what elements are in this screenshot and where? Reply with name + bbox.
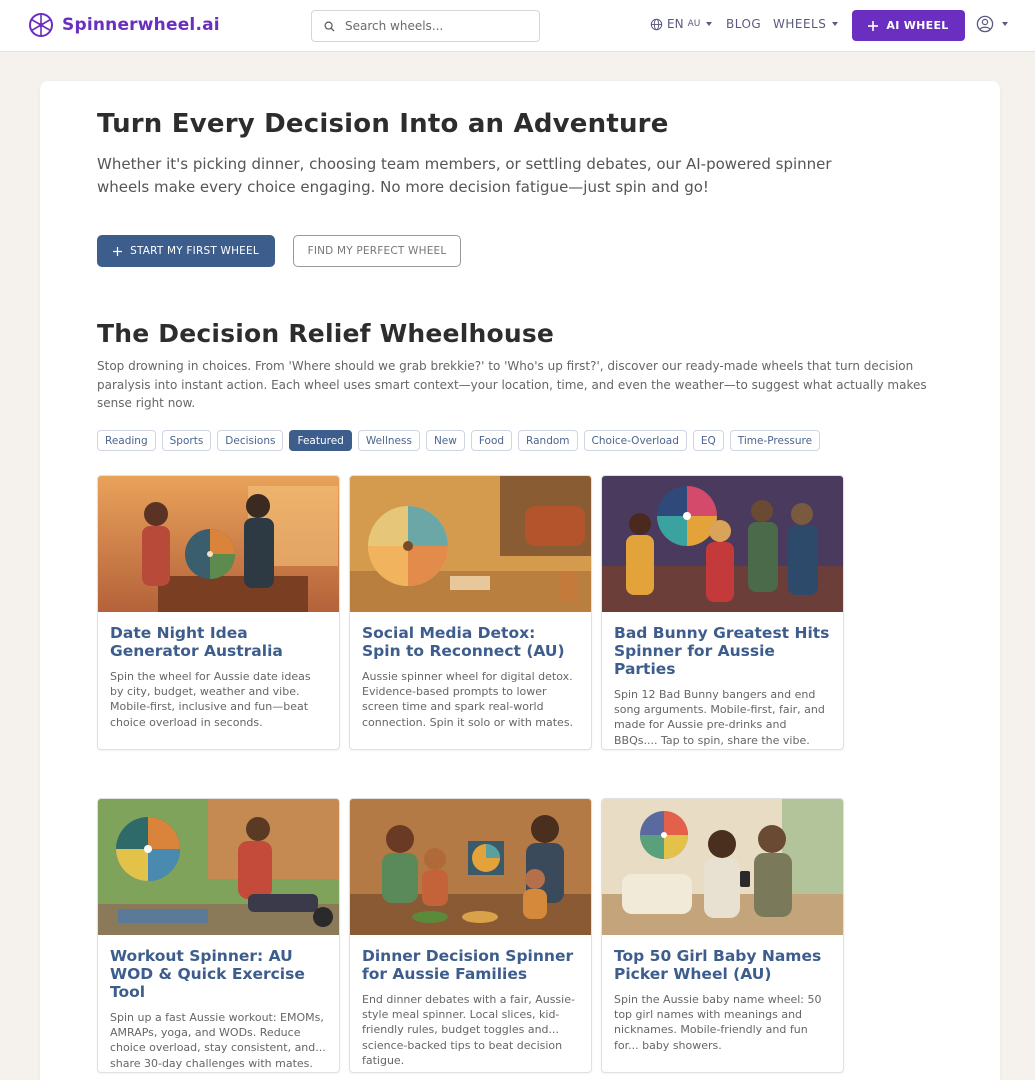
user-avatar-icon [976, 15, 994, 33]
tag-time-pressure[interactable]: Time-Pressure [729, 430, 821, 451]
tag-sports[interactable]: Sports [161, 430, 212, 451]
wheel-card[interactable]: Date Night Idea Generator Australia Spin… [97, 475, 340, 750]
card-illustration [350, 799, 591, 935]
card-description: Spin 12 Bad Bunny bangers and end song a… [614, 688, 825, 747]
plus-icon [868, 20, 879, 31]
chevron-down-icon [832, 22, 839, 26]
card-description: Spin the Aussie baby name wheel: 50 top … [614, 993, 822, 1052]
tag-food[interactable]: Food [470, 430, 513, 451]
search-icon [324, 21, 335, 32]
hero-title: Turn Every Decision Into an Adventure [97, 109, 669, 139]
nav-wheels-dropdown[interactable]: WHEELS [773, 17, 839, 31]
wheel-logo-icon [29, 13, 53, 37]
card-description: Aussie spinner wheel for digital detox. … [362, 670, 574, 729]
tag-eq[interactable]: EQ [692, 430, 724, 451]
wheel-card[interactable]: Workout Spinner: AU WOD & Quick Exercise… [97, 798, 340, 1073]
card-description: Spin the wheel for Aussie date ideas by … [110, 670, 311, 729]
language-selector[interactable]: EN AU [650, 17, 713, 31]
wheel-card[interactable]: Social Media Detox: Spin to Reconnect (A… [349, 475, 592, 750]
section-description: Stop drowning in choices. From 'Where sh… [97, 359, 927, 410]
logo[interactable]: Spinnerwheel.ai [28, 12, 220, 38]
card-illustration [602, 476, 843, 612]
card-title[interactable]: Social Media Detox: Spin to Reconnect (A… [362, 624, 579, 660]
search-input[interactable] [345, 19, 525, 33]
tag-wellness[interactable]: Wellness [357, 430, 420, 451]
start-first-wheel-button[interactable]: START MY FIRST WHEEL [97, 235, 275, 267]
card-illustration [98, 799, 339, 935]
tag-featured[interactable]: Featured [289, 430, 352, 451]
ai-wheel-label: AI WHEEL [886, 19, 949, 32]
main-content-card: Turn Every Decision Into an Adventure Wh… [40, 81, 1000, 1080]
nav-link-blog[interactable]: BLOG [726, 17, 761, 31]
wheel-card[interactable]: Top 50 Girl Baby Names Picker Wheel (AU)… [601, 798, 844, 1073]
section-title: The Decision Relief Wheelhouse [97, 319, 555, 348]
chevron-down-icon [706, 22, 713, 26]
globe-icon [650, 18, 663, 30]
card-title[interactable]: Top 50 Girl Baby Names Picker Wheel (AU) [614, 947, 831, 983]
card-title[interactable]: Workout Spinner: AU WOD & Quick Exercise… [110, 947, 327, 1001]
chevron-down-icon [1002, 22, 1008, 26]
card-illustration [602, 799, 843, 935]
tag-new[interactable]: New [425, 430, 465, 451]
card-illustration [98, 476, 339, 612]
card-illustration [350, 476, 591, 612]
wheel-card-grid: Date Night Idea Generator Australia Spin… [97, 475, 844, 1073]
plus-icon [113, 246, 123, 256]
find-perfect-wheel-button[interactable]: FIND MY PERFECT WHEEL [293, 235, 461, 267]
tag-reading[interactable]: Reading [97, 430, 156, 451]
card-description: Spin up a fast Aussie workout: EMOMs, AM… [110, 1011, 326, 1070]
tag-choice-overload[interactable]: Choice-Overload [583, 430, 687, 451]
hero-subtitle: Whether it's picking dinner, choosing te… [97, 155, 832, 196]
start-first-wheel-label: START MY FIRST WHEEL [130, 245, 259, 257]
nav-wheels-label: WHEELS [773, 17, 827, 31]
tag-filter-list: Reading Sports Decisions Featured Wellne… [97, 430, 821, 451]
card-title[interactable]: Date Night Idea Generator Australia [110, 624, 327, 660]
language-region: AU [687, 19, 701, 29]
ai-wheel-button[interactable]: AI WHEEL [852, 10, 965, 41]
language-code: EN [667, 17, 684, 31]
top-navigation-bar: Spinnerwheel.ai EN AU BLOG WHEELS AI WHE… [0, 0, 1035, 52]
wheel-card[interactable]: Dinner Decision Spinner for Aussie Famil… [349, 798, 592, 1073]
tag-random[interactable]: Random [518, 430, 578, 451]
wheel-card[interactable]: Bad Bunny Greatest Hits Spinner for Auss… [601, 475, 844, 750]
card-title[interactable]: Bad Bunny Greatest Hits Spinner for Auss… [614, 624, 831, 678]
card-title[interactable]: Dinner Decision Spinner for Aussie Famil… [362, 947, 579, 983]
tag-decisions[interactable]: Decisions [217, 430, 284, 451]
search-box[interactable] [311, 10, 540, 42]
user-menu[interactable] [976, 15, 1008, 33]
card-description: End dinner debates with a fair, Aussie-s… [362, 993, 575, 1067]
logo-text: Spinnerwheel.ai [62, 15, 220, 35]
